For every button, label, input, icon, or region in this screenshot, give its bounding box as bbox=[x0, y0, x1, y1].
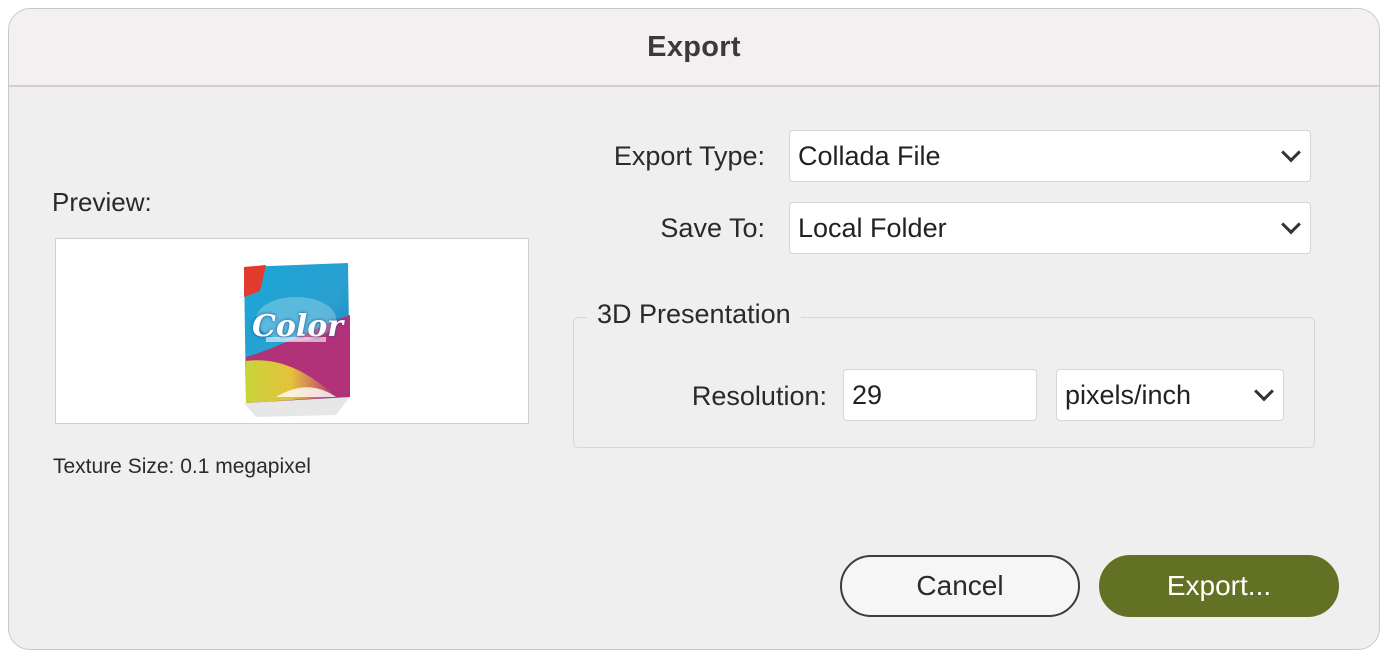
cancel-button[interactable]: Cancel bbox=[840, 555, 1080, 617]
export-type-select[interactable]: Collada File bbox=[789, 130, 1311, 182]
export-button[interactable]: Export... bbox=[1099, 555, 1339, 617]
chevron-down-icon bbox=[1281, 142, 1301, 163]
resolution-input[interactable]: 29 bbox=[843, 369, 1037, 421]
preview-image-box: Color bbox=[55, 238, 529, 424]
presentation-group-legend: 3D Presentation bbox=[587, 299, 801, 330]
chevron-down-icon bbox=[1254, 381, 1274, 402]
save-to-label: Save To: bbox=[660, 213, 765, 243]
dialog-title: Export bbox=[647, 30, 741, 63]
chevron-down-icon bbox=[1281, 214, 1301, 235]
package-text: Color bbox=[252, 309, 344, 344]
resolution-unit-select[interactable]: pixels/inch bbox=[1056, 369, 1284, 421]
resolution-label: Resolution: bbox=[691, 381, 827, 411]
dialog-titlebar: Export bbox=[9, 9, 1379, 87]
export-type-label: Export Type: bbox=[613, 141, 765, 171]
resolution-unit-value: pixels/inch bbox=[1065, 379, 1192, 410]
preview-label: Preview: bbox=[52, 187, 152, 217]
save-to-value: Local Folder bbox=[798, 212, 947, 243]
save-to-select[interactable]: Local Folder bbox=[789, 202, 1311, 254]
resolution-value: 29 bbox=[852, 379, 883, 410]
texture-size-label: Texture Size: 0.1 megapixel bbox=[53, 455, 311, 478]
export-type-value: Collada File bbox=[798, 140, 941, 171]
export-dialog: Export Preview: Color Texture Size: 0.1 … bbox=[8, 8, 1380, 650]
